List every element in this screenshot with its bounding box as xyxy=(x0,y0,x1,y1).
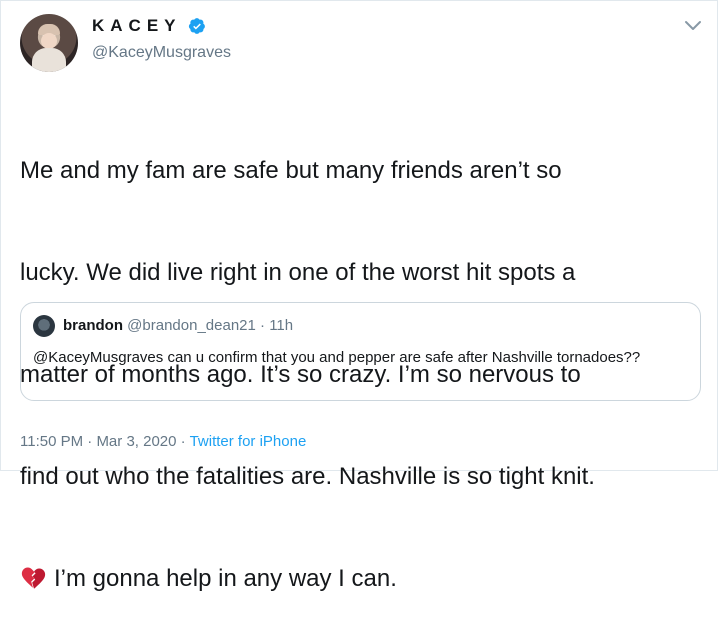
tweet-line-text: I’m gonna help in any way I can. xyxy=(54,565,397,592)
quoted-text: @KaceyMusgraves can u confirm that you a… xyxy=(33,349,641,366)
tweet-date[interactable]: Mar 3, 2020 xyxy=(96,433,176,450)
author-row: KACEY xyxy=(92,16,206,36)
tweet-line: Me and my fam are safe but many friends … xyxy=(20,157,562,184)
tweet-line: lucky. We did live right in one of the w… xyxy=(20,259,576,286)
quoted-separator: · xyxy=(260,317,266,334)
tweet-line-with-emoji: I’m gonna help in any way I can. xyxy=(20,562,710,596)
tweet-source-link[interactable]: Twitter for iPhone xyxy=(190,433,307,450)
author-handle[interactable]: @KaceyMusgraves xyxy=(92,44,231,62)
quoted-handle[interactable]: @brandon_dean21 xyxy=(127,317,256,334)
avatar-body xyxy=(32,48,66,72)
meta-separator: · xyxy=(87,433,93,450)
verified-badge-icon xyxy=(188,18,205,34)
quoted-header: brandon @brandon_dean21 · 11h xyxy=(63,317,293,334)
author-display-name[interactable]: KACEY xyxy=(92,16,182,36)
tweet-line: find out who the fatalities are. Nashvil… xyxy=(20,463,595,490)
broken-heart-icon xyxy=(21,567,46,589)
tweet-time[interactable]: 11:50 PM xyxy=(20,433,83,450)
avatar-face xyxy=(41,33,57,49)
quoted-time[interactable]: 11h xyxy=(269,317,293,334)
quoted-tweet[interactable]: brandon @brandon_dean21 · 11h @KaceyMusg… xyxy=(20,302,701,401)
quoted-name[interactable]: brandon xyxy=(63,317,123,334)
chevron-down-icon[interactable] xyxy=(681,16,705,36)
meta-separator: · xyxy=(180,433,186,450)
tweet-meta: 11:50 PM · Mar 3, 2020 · Twitter for iPh… xyxy=(20,433,306,450)
avatar[interactable] xyxy=(20,14,78,72)
quoted-avatar[interactable] xyxy=(33,315,55,337)
